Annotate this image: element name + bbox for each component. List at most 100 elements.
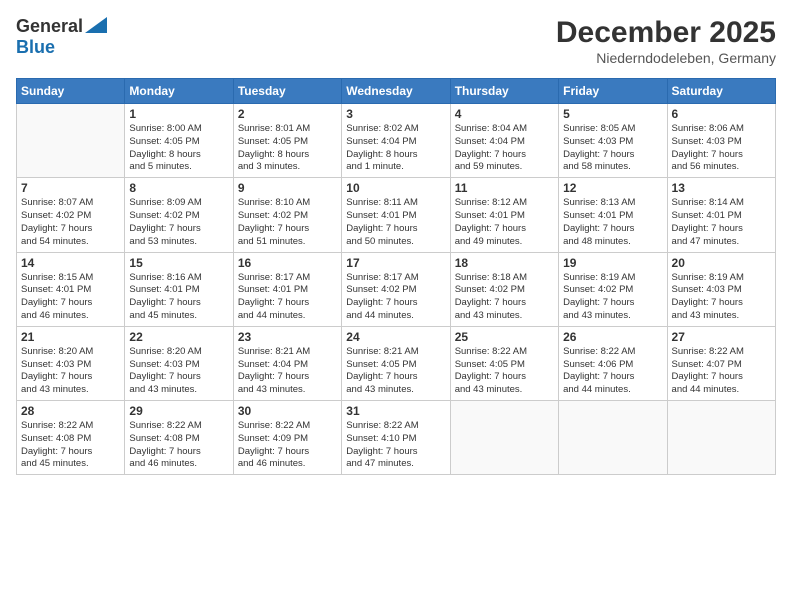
calendar-cell: 5Sunrise: 8:05 AM Sunset: 4:03 PM Daylig… — [559, 104, 667, 178]
day-number: 18 — [455, 256, 554, 270]
calendar-cell: 31 Sunrise: 8:22 AM Sunset: 4:10 PM Dayli… — [342, 401, 450, 475]
day-number: 6 — [672, 107, 771, 121]
calendar-week-row: 21 Sunrise: 8:20 AM Sunset: 4:03 PM Dayli… — [17, 326, 776, 400]
day-number: 1 — [129, 107, 228, 121]
logo-blue-text: Blue — [16, 37, 55, 57]
calendar-cell: 8 Sunrise: 8:09 AM Sunset: 4:02 PM Daylig… — [125, 178, 233, 252]
day-info: Sunrise: 8:20 AM Sunset: 4:03 PM Dayligh… — [21, 346, 120, 397]
day-number: 20 — [672, 256, 771, 270]
day-info: Sunrise: 8:21 AM Sunset: 4:05 PM Dayligh… — [346, 346, 445, 397]
day-number: 31 — [346, 404, 445, 418]
day-number: 27 — [672, 330, 771, 344]
calendar-cell: 18 Sunrise: 8:18 AM Sunset: 4:02 PM Dayli… — [450, 252, 558, 326]
day-number: 2 — [238, 107, 337, 121]
col-header-wednesday: Wednesday — [342, 79, 450, 104]
day-number: 24 — [346, 330, 445, 344]
calendar-cell: 12Sunrise: 8:13 AM Sunset: 4:01 PM Dayli… — [559, 178, 667, 252]
calendar-cell — [17, 104, 125, 178]
day-info: Sunrise: 8:19 AM Sunset: 4:03 PM Dayligh… — [672, 272, 771, 323]
day-info: Sunrise: 8:10 AM Sunset: 4:02 PM Dayligh… — [238, 197, 337, 248]
day-info: Sunrise: 8:04 AM Sunset: 4:04 PM Dayligh… — [455, 123, 554, 174]
day-info: Sunrise: 8:13 AM Sunset: 4:01 PM Dayligh… — [563, 197, 662, 248]
calendar-cell: 20 Sunrise: 8:19 AM Sunset: 4:03 PM Dayli… — [667, 252, 775, 326]
day-info: Sunrise: 8:11 AM Sunset: 4:01 PM Dayligh… — [346, 197, 445, 248]
day-number: 28 — [21, 404, 120, 418]
day-info: Sunrise: 8:16 AM Sunset: 4:01 PM Dayligh… — [129, 272, 228, 323]
day-number: 14 — [21, 256, 120, 270]
calendar-cell: 21 Sunrise: 8:20 AM Sunset: 4:03 PM Dayli… — [17, 326, 125, 400]
calendar-cell: 13 Sunrise: 8:14 AM Sunset: 4:01 PM Dayli… — [667, 178, 775, 252]
day-info: Sunrise: 8:15 AM Sunset: 4:01 PM Dayligh… — [21, 272, 120, 323]
day-info: Sunrise: 8:06 AM Sunset: 4:03 PM Dayligh… — [672, 123, 771, 174]
day-info: Sunrise: 8:09 AM Sunset: 4:02 PM Dayligh… — [129, 197, 228, 248]
day-info: Sunrise: 8:22 AM Sunset: 4:08 PM Dayligh… — [129, 420, 228, 471]
calendar-cell: 17Sunrise: 8:17 AM Sunset: 4:02 PM Dayli… — [342, 252, 450, 326]
calendar-cell: 28 Sunrise: 8:22 AM Sunset: 4:08 PM Dayli… — [17, 401, 125, 475]
day-info: Sunrise: 8:12 AM Sunset: 4:01 PM Dayligh… — [455, 197, 554, 248]
day-number: 8 — [129, 181, 228, 195]
calendar-cell: 29Sunrise: 8:22 AM Sunset: 4:08 PM Dayli… — [125, 401, 233, 475]
logo-icon — [85, 17, 107, 33]
day-number: 22 — [129, 330, 228, 344]
calendar-cell: 27Sunrise: 8:22 AM Sunset: 4:07 PM Dayli… — [667, 326, 775, 400]
calendar-cell: 26Sunrise: 8:22 AM Sunset: 4:06 PM Dayli… — [559, 326, 667, 400]
calendar-cell: 25Sunrise: 8:22 AM Sunset: 4:05 PM Dayli… — [450, 326, 558, 400]
day-number: 10 — [346, 181, 445, 195]
calendar-cell: 6 Sunrise: 8:06 AM Sunset: 4:03 PM Daylig… — [667, 104, 775, 178]
logo-general-text: General — [16, 16, 83, 37]
day-info: Sunrise: 8:22 AM Sunset: 4:05 PM Dayligh… — [455, 346, 554, 397]
day-number: 4 — [455, 107, 554, 121]
page-header: General Blue December 2025 Niederndodele… — [16, 16, 776, 66]
col-header-thursday: Thursday — [450, 79, 558, 104]
calendar-cell: 7 Sunrise: 8:07 AM Sunset: 4:02 PM Daylig… — [17, 178, 125, 252]
day-info: Sunrise: 8:17 AM Sunset: 4:02 PM Dayligh… — [346, 272, 445, 323]
day-number: 3 — [346, 107, 445, 121]
calendar-cell: 16Sunrise: 8:17 AM Sunset: 4:01 PM Dayli… — [233, 252, 341, 326]
day-number: 9 — [238, 181, 337, 195]
day-info: Sunrise: 8:22 AM Sunset: 4:09 PM Dayligh… — [238, 420, 337, 471]
calendar-cell — [559, 401, 667, 475]
day-info: Sunrise: 8:00 AM Sunset: 4:05 PM Dayligh… — [129, 123, 228, 174]
col-header-saturday: Saturday — [667, 79, 775, 104]
day-info: Sunrise: 8:01 AM Sunset: 4:05 PM Dayligh… — [238, 123, 337, 174]
logo: General Blue — [16, 16, 107, 58]
calendar-cell: 2 Sunrise: 8:01 AM Sunset: 4:05 PM Daylig… — [233, 104, 341, 178]
calendar-cell: 15 Sunrise: 8:16 AM Sunset: 4:01 PM Dayli… — [125, 252, 233, 326]
calendar-cell — [667, 401, 775, 475]
day-number: 7 — [21, 181, 120, 195]
day-info: Sunrise: 8:19 AM Sunset: 4:02 PM Dayligh… — [563, 272, 662, 323]
day-info: Sunrise: 8:07 AM Sunset: 4:02 PM Dayligh… — [21, 197, 120, 248]
calendar-header-row: SundayMondayTuesdayWednesdayThursdayFrid… — [17, 79, 776, 104]
month-title: December 2025 — [556, 16, 776, 50]
calendar-week-row: 14 Sunrise: 8:15 AM Sunset: 4:01 PM Dayli… — [17, 252, 776, 326]
day-number: 11 — [455, 181, 554, 195]
title-area: December 2025 Niederndodeleben, Germany — [556, 16, 776, 66]
day-number: 23 — [238, 330, 337, 344]
calendar-week-row: 28 Sunrise: 8:22 AM Sunset: 4:08 PM Dayli… — [17, 401, 776, 475]
calendar-cell: 30 Sunrise: 8:22 AM Sunset: 4:09 PM Dayli… — [233, 401, 341, 475]
col-header-friday: Friday — [559, 79, 667, 104]
day-number: 30 — [238, 404, 337, 418]
day-number: 16 — [238, 256, 337, 270]
day-number: 13 — [672, 181, 771, 195]
calendar-cell — [450, 401, 558, 475]
calendar-cell: 11 Sunrise: 8:12 AM Sunset: 4:01 PM Dayli… — [450, 178, 558, 252]
day-info: Sunrise: 8:02 AM Sunset: 4:04 PM Dayligh… — [346, 123, 445, 174]
day-number: 21 — [21, 330, 120, 344]
calendar-week-row: 1 Sunrise: 8:00 AM Sunset: 4:05 PM Daylig… — [17, 104, 776, 178]
col-header-sunday: Sunday — [17, 79, 125, 104]
calendar-cell: 24 Sunrise: 8:21 AM Sunset: 4:05 PM Dayli… — [342, 326, 450, 400]
calendar-cell: 9 Sunrise: 8:10 AM Sunset: 4:02 PM Daylig… — [233, 178, 341, 252]
calendar-cell: 23 Sunrise: 8:21 AM Sunset: 4:04 PM Dayli… — [233, 326, 341, 400]
calendar-cell: 3 Sunrise: 8:02 AM Sunset: 4:04 PM Daylig… — [342, 104, 450, 178]
calendar-cell: 22Sunrise: 8:20 AM Sunset: 4:03 PM Dayli… — [125, 326, 233, 400]
day-info: Sunrise: 8:22 AM Sunset: 4:08 PM Dayligh… — [21, 420, 120, 471]
day-info: Sunrise: 8:21 AM Sunset: 4:04 PM Dayligh… — [238, 346, 337, 397]
day-info: Sunrise: 8:14 AM Sunset: 4:01 PM Dayligh… — [672, 197, 771, 248]
day-number: 5 — [563, 107, 662, 121]
day-info: Sunrise: 8:22 AM Sunset: 4:06 PM Dayligh… — [563, 346, 662, 397]
day-number: 15 — [129, 256, 228, 270]
day-info: Sunrise: 8:22 AM Sunset: 4:10 PM Dayligh… — [346, 420, 445, 471]
day-info: Sunrise: 8:18 AM Sunset: 4:02 PM Dayligh… — [455, 272, 554, 323]
col-header-tuesday: Tuesday — [233, 79, 341, 104]
